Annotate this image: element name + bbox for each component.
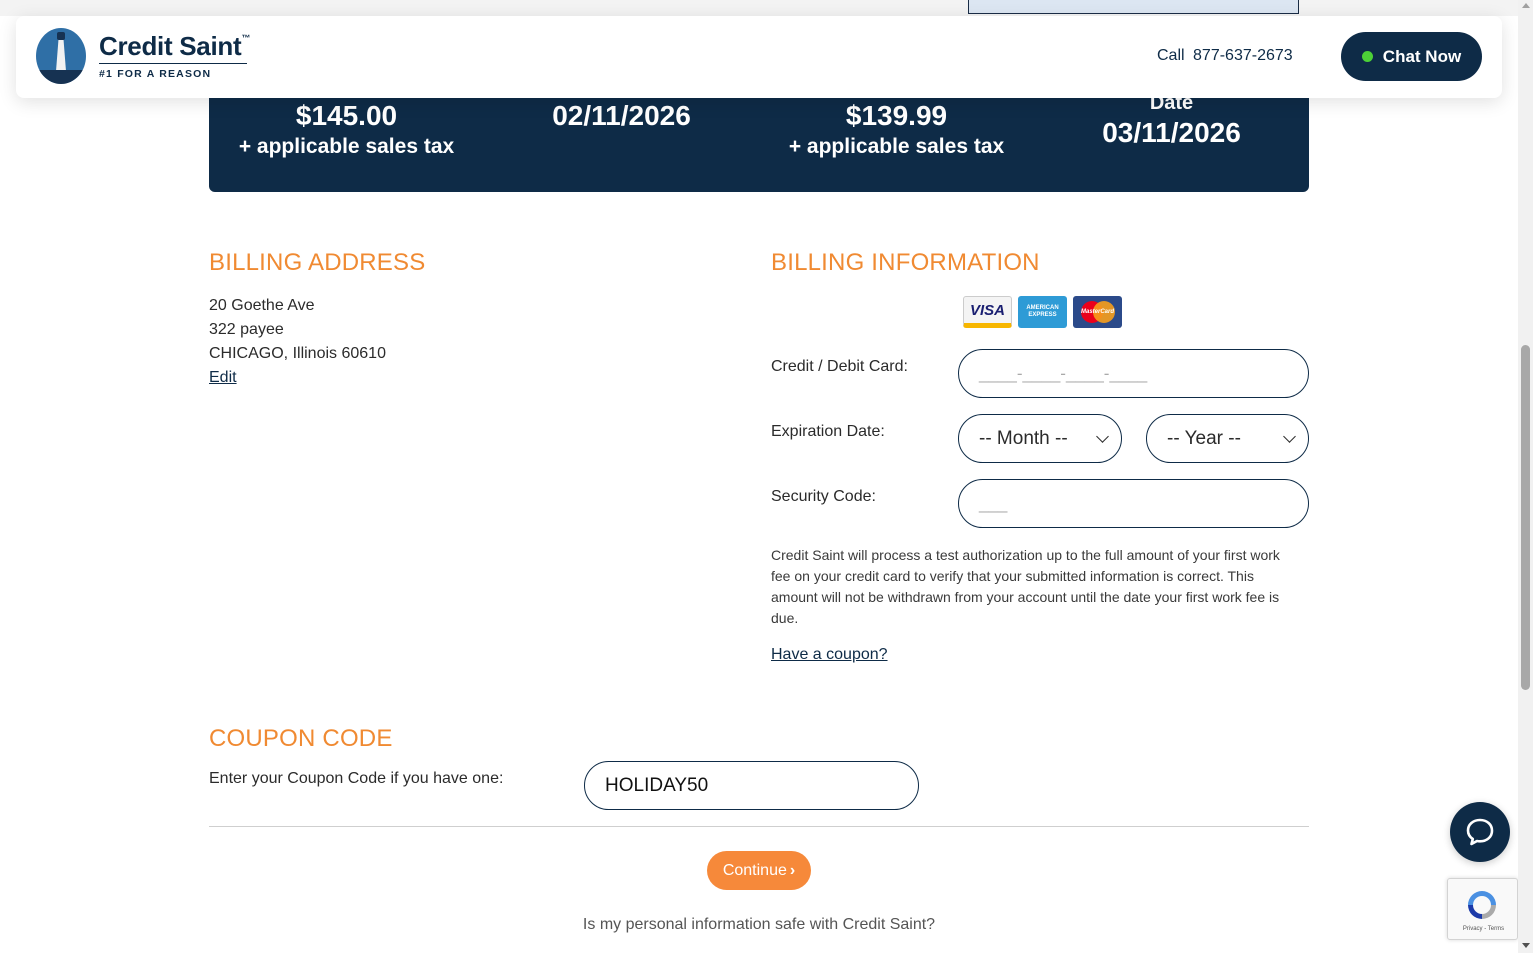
recaptcha-badge[interactable]: Privacy - Terms [1447,878,1518,940]
amex-card-icon: AMERICAN EXPRESS [1018,296,1067,328]
card-number-label: Credit / Debit Card: [771,358,908,375]
brand-name: Credit Saint™ [99,31,251,61]
coupon-code-title: COUPON CODE [209,725,393,752]
scroll-up-icon[interactable] [1522,3,1530,8]
visa-card-icon: VISA [963,296,1012,328]
page-scrollbar[interactable] [1518,0,1533,953]
edit-address-link[interactable]: Edit [209,369,237,386]
billing-information-title: BILLING INFORMATION [771,249,1040,276]
scroll-down-icon[interactable] [1522,943,1530,948]
call-label: Call [1157,47,1185,64]
recaptcha-icon [1468,891,1496,919]
second-fee-tax-note: + applicable sales tax [788,135,1005,158]
coupon-code-input[interactable]: HOLIDAY50 [584,761,919,810]
chat-bubble-icon [1466,818,1494,846]
logo-divider [99,63,247,64]
card-number-placeholder: ____-____-____-____ [979,363,1148,383]
address-line-3: CHICAGO, Illinois 60610 [209,345,386,362]
first-fee-date: 02/11/2026 [552,100,691,131]
security-code-input[interactable]: ___ [958,479,1309,528]
billing-address-block: 20 Goethe Ave 322 payee CHICAGO, Illinoi… [209,294,386,390]
chat-now-button[interactable]: Chat Now [1341,32,1482,81]
second-date-column: Date 03/11/2026 [1034,90,1309,150]
first-fee-amount: $145.00 [295,100,398,131]
top-sliver [0,0,1518,16]
personal-info-safe-question[interactable]: Is my personal information safe with Cre… [0,916,1518,934]
online-status-icon [1361,51,1373,62]
logo[interactable]: Credit Saint™ #1 FOR A REASON [36,28,276,88]
coupon-code-label: Enter your Coupon Code if you have one: [209,770,504,787]
authorization-note: Credit Saint will process a test authori… [771,547,1280,626]
section-divider [209,826,1309,827]
continue-label: Continue [722,861,787,879]
expiration-year-select[interactable]: -- Year -- [1146,414,1309,463]
chat-widget-button[interactable] [1450,802,1510,862]
month-selected-value: -- Month -- [979,427,1068,449]
brand-tagline: #1 FOR A REASON [99,68,212,80]
first-date-column: 02/11/2026 [484,99,759,133]
scrollbar-thumb[interactable] [1521,345,1530,690]
first-fee-column: $145.00 + applicable sales tax [209,99,484,161]
chevron-right-icon: › [789,861,796,879]
security-code-placeholder: ___ [979,493,1008,513]
call-phone[interactable]: Call 877-637-2673 [1157,47,1293,65]
card-number-input[interactable]: ____-____-____-____ [958,349,1309,398]
site-header: Credit Saint™ #1 FOR A REASON Call 877-6… [16,16,1502,98]
year-selected-value: -- Year -- [1167,427,1241,449]
coupon-code-value: HOLIDAY50 [605,774,709,796]
address-line-2: 322 payee [209,321,284,338]
address-line-1: 20 Goethe Ave [209,297,315,314]
mastercard-card-icon: MasterCard [1073,296,1122,328]
have-coupon-link[interactable]: Have a coupon? [771,646,888,664]
expiration-date-label: Expiration Date: [771,423,885,440]
second-fee-column: $139.99 + applicable sales tax [759,99,1034,161]
chevron-down-icon [1283,429,1296,443]
security-code-label: Security Code: [771,488,876,505]
chat-now-label: Chat Now [1382,46,1462,66]
accepted-cards: VISA AMERICAN EXPRESS MasterCard [963,296,1122,328]
first-fee-tax-note: + applicable sales tax [238,135,455,158]
recaptcha-footer[interactable]: Privacy - Terms [1448,926,1519,932]
second-fee-amount: $139.99 [845,100,948,131]
lighthouse-logo-icon [36,28,86,84]
continue-button[interactable]: Continue › [707,851,811,890]
chevron-down-icon [1096,429,1109,443]
expiration-month-select[interactable]: -- Month -- [958,414,1122,463]
phone-number: 877-637-2673 [1193,47,1293,64]
previous-section-fragment [968,0,1299,14]
second-fee-date: 03/11/2026 [1102,117,1241,148]
billing-address-title: BILLING ADDRESS [209,249,426,276]
